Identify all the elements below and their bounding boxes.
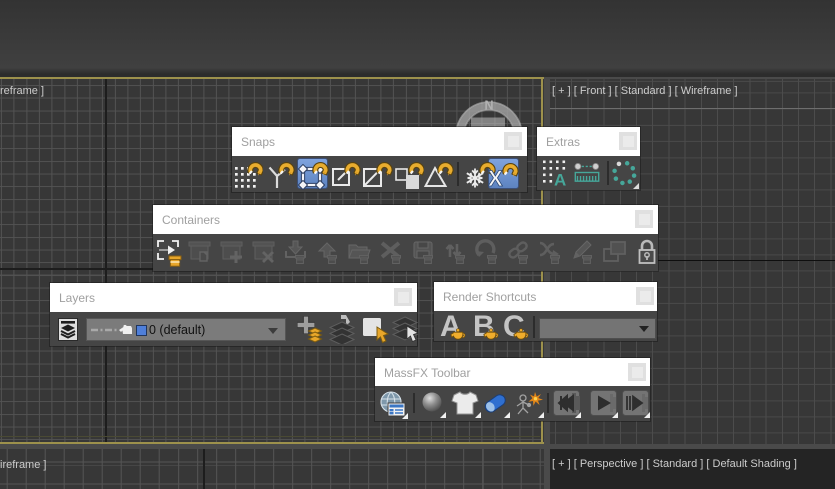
svg-text:A: A bbox=[554, 171, 566, 189]
svg-text:N: N bbox=[484, 99, 493, 113]
svg-text:X: X bbox=[488, 166, 503, 190]
